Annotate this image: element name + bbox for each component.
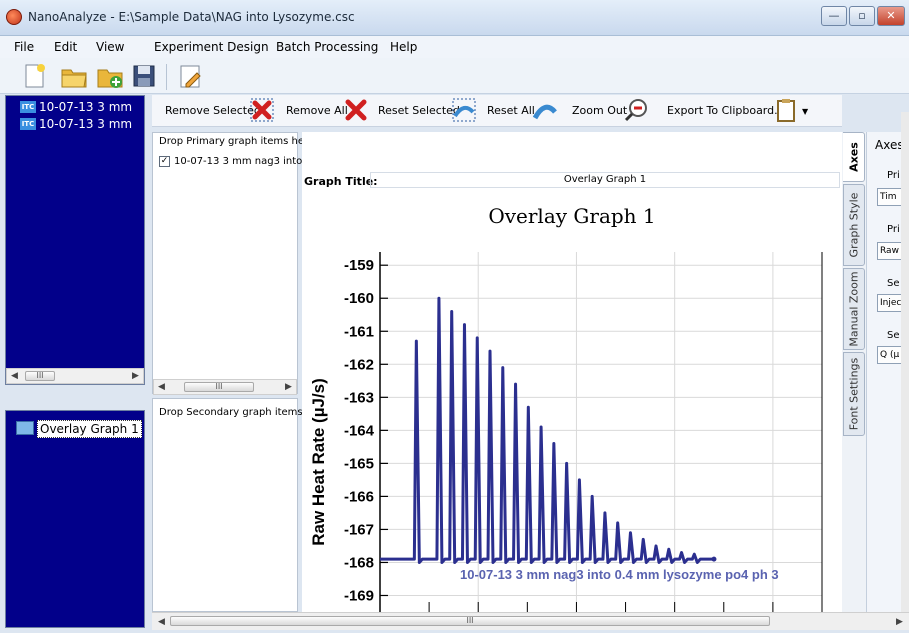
tab-graph-style[interactable]: Graph Style — [843, 184, 865, 266]
export-dropdown-icon[interactable]: ▼ — [802, 107, 808, 116]
edit-report-icon[interactable] — [176, 62, 204, 90]
data-tree-panel: ITC 10-07-13 3 mm ITC 10-07-13 3 mm ◀ II… — [5, 95, 145, 385]
zoom-out-button[interactable]: Zoom Out — [572, 104, 627, 117]
y-tick-label: -161 — [344, 323, 374, 340]
close-button[interactable]: ✕ — [877, 6, 905, 26]
overlay-graph-icon — [16, 421, 34, 435]
secondary-drop-label: Drop Secondary graph items her — [159, 407, 323, 418]
primary-x-axis-select[interactable]: Tim — [877, 188, 902, 206]
graph-title-input[interactable]: Overlay Graph 1 — [370, 172, 840, 188]
scroll-right-icon[interactable]: ▶ — [128, 369, 143, 383]
graph-area: Graph Title: Overlay Graph 1 Overlay Gra… — [302, 132, 842, 612]
app-logo-icon — [6, 9, 22, 25]
scroll-thumb[interactable]: III — [170, 616, 770, 626]
scroll-left-icon[interactable]: ◀ — [7, 369, 22, 383]
axes-field-label: Pri — [887, 170, 900, 181]
tab-manual-zoom[interactable]: Manual Zoom — [843, 268, 865, 350]
secondary-items-panel: Drop Secondary graph items her — [152, 398, 322, 612]
graphs-tree-panel: Overlay Graph 1 — [5, 410, 145, 628]
graph-title-label: Graph Title: — [304, 175, 378, 188]
export-to-clipboard-button[interactable]: Export To Clipboard... — [667, 104, 785, 117]
primary-item-label: 10-07-13 3 mm nag3 into 0.4 — [174, 156, 322, 167]
y-tick-label: -165 — [344, 455, 374, 472]
y-tick-label: -160 — [344, 290, 374, 307]
reset-selected-icon[interactable] — [452, 98, 476, 122]
scroll-right-icon[interactable]: ▶ — [281, 380, 296, 394]
menu-experiment-design[interactable]: Experiment Design — [154, 40, 269, 54]
menu-help[interactable]: Help — [390, 40, 417, 54]
y-tick-label: -166 — [344, 488, 374, 505]
menu-bar: File Edit View Experiment Design Batch P… — [0, 36, 909, 58]
y-tick-label: -159 — [344, 257, 374, 274]
scroll-left-icon[interactable]: ◀ — [154, 615, 169, 629]
y-tick-label: -162 — [344, 356, 374, 373]
open-folder-icon[interactable] — [60, 62, 88, 90]
right-vertical-scrollbar[interactable] — [901, 112, 909, 612]
graph-horizontal-scrollbar[interactable]: ◀ III ▶ — [152, 612, 909, 630]
tab-font-settings[interactable]: Font Settings — [843, 352, 865, 436]
tree-item-label: 10-07-13 3 mm — [39, 117, 133, 131]
reset-selected-button[interactable]: Reset Selected — [378, 104, 460, 117]
scroll-right-icon[interactable]: ▶ — [892, 615, 907, 629]
tree-item[interactable]: ITC 10-07-13 3 mm — [20, 100, 132, 114]
reset-all-button[interactable]: Reset All — [487, 104, 535, 117]
main-toolbar — [0, 58, 909, 94]
menu-batch-processing[interactable]: Batch Processing — [276, 40, 378, 54]
toolbar-separator — [166, 64, 167, 90]
title-bar: NanoAnalyze - E:\Sample Data\NAG into Ly… — [0, 0, 909, 36]
axes-field-label: Pri — [887, 224, 900, 235]
graph-title: Overlay Graph 1 — [488, 204, 656, 228]
maximize-button[interactable]: ▫ — [849, 6, 875, 26]
axes-settings-panel: Axes Pri Tim Pri Raw Se Injec Se Q (μ — [866, 132, 902, 612]
primary-drop-label: Drop Primary graph items here — [159, 136, 315, 147]
primary-y-axis-select[interactable]: Raw — [877, 242, 902, 260]
y-tick-label: -164 — [344, 422, 375, 439]
menu-file[interactable]: File — [14, 40, 34, 54]
clipboard-icon[interactable] — [774, 98, 798, 122]
save-icon[interactable] — [130, 62, 158, 90]
y-tick-label: -167 — [344, 521, 374, 538]
tree-horizontal-scrollbar[interactable]: ◀ III ▶ — [6, 368, 144, 384]
series-legend-label: 10-07-13 3 mm nag3 into 0.4 mm lysozyme … — [460, 567, 779, 582]
reset-all-icon[interactable] — [533, 98, 557, 122]
graph-command-bar: Remove Selected Remove All Reset Selecte… — [152, 95, 842, 127]
y-tick-label: -163 — [344, 389, 374, 406]
axes-heading: Axes — [875, 138, 902, 152]
scroll-left-icon[interactable]: ◀ — [154, 380, 169, 394]
tree-item-overlay-graph[interactable]: Overlay Graph 1 — [37, 420, 142, 438]
settings-tabs: Axes Graph Style Manual Zoom Font Settin… — [842, 132, 866, 612]
axes-field-label: Se — [887, 330, 900, 341]
tab-axes[interactable]: Axes — [843, 132, 865, 182]
menu-view[interactable]: View — [96, 40, 124, 54]
series-end-point — [711, 556, 717, 562]
primary-items-panel: Drop Primary graph items here ✓ 10-07-13… — [152, 132, 321, 395]
remove-selected-icon[interactable] — [250, 98, 274, 122]
new-file-icon[interactable] — [20, 62, 48, 90]
primary-item-checkbox[interactable]: ✓ — [159, 156, 170, 167]
primary-item[interactable]: ✓ 10-07-13 3 mm nag3 into 0.4 — [159, 156, 321, 167]
scroll-thumb[interactable]: III — [25, 371, 55, 381]
tree-item-label: 10-07-13 3 mm — [39, 100, 133, 114]
window-title: NanoAnalyze - E:\Sample Data\NAG into Ly… — [28, 10, 355, 24]
y-axis-label: Raw Heat Rate (µJ/s) — [309, 378, 328, 546]
zoom-out-icon[interactable] — [624, 98, 648, 122]
remove-all-button[interactable]: Remove All — [286, 104, 348, 117]
overlay-chart[interactable]: -159 -160 -161 -162 -163 -164 -165 -166 -167 -168… — [302, 242, 842, 612]
y-tick-label: -169 — [344, 587, 374, 604]
itc-file-icon: ITC — [20, 101, 36, 113]
y-tick-label: -168 — [344, 554, 374, 571]
primary-horizontal-scrollbar[interactable]: ◀ III ▶ — [153, 379, 297, 395]
axes-field-label: Se — [887, 278, 900, 289]
remove-all-icon[interactable] — [344, 98, 368, 122]
scroll-thumb[interactable]: III — [184, 382, 254, 392]
secondary-x-axis-select[interactable]: Injec — [877, 294, 902, 312]
menu-edit[interactable]: Edit — [54, 40, 77, 54]
itc-file-icon: ITC — [20, 118, 36, 130]
tree-item[interactable]: ITC 10-07-13 3 mm — [20, 117, 132, 131]
add-folder-icon[interactable] — [96, 62, 124, 90]
secondary-y-axis-select[interactable]: Q (μ — [877, 346, 902, 364]
remove-selected-button[interactable]: Remove Selected — [165, 104, 261, 117]
minimize-button[interactable]: — — [821, 6, 847, 26]
